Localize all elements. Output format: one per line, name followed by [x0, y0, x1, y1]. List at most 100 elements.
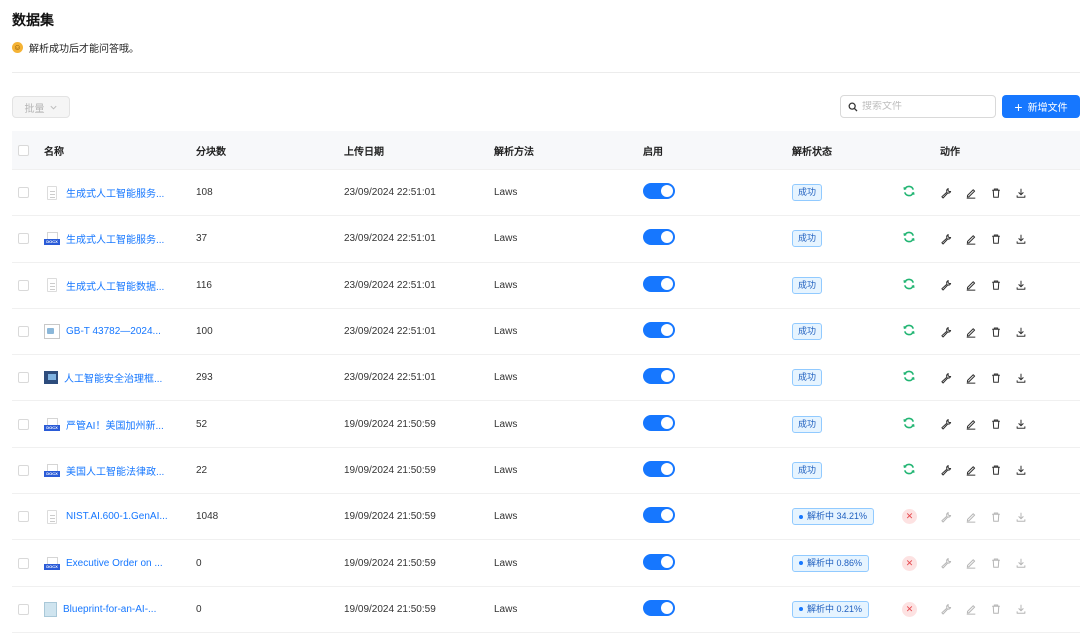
file-name-link[interactable]: 生成式人工智能服务... [66, 231, 164, 246]
file-name-link[interactable]: 严管AI！美国加州新... [66, 417, 164, 432]
refresh-icon[interactable] [902, 369, 916, 383]
parse-method: Laws [494, 187, 518, 199]
file-name-link[interactable]: GB-T 43782—2024... [66, 326, 161, 337]
upload-date: 23/09/2024 22:51:01 [344, 326, 436, 338]
delete-trash-icon[interactable] [990, 511, 1002, 523]
enable-toggle[interactable] [643, 275, 675, 292]
enable-toggle[interactable] [643, 414, 675, 431]
wrench-settings-icon[interactable] [940, 557, 952, 569]
file-name-link[interactable]: Blueprint-for-an-AI-... [63, 604, 156, 615]
delete-trash-icon[interactable] [990, 187, 1002, 199]
enable-toggle[interactable] [643, 460, 675, 477]
edit-pencil-icon[interactable] [965, 557, 977, 569]
refresh-icon[interactable] [902, 462, 916, 476]
wrench-settings-icon[interactable] [940, 418, 952, 430]
cancel-parse-icon[interactable]: ✕ [902, 601, 917, 617]
download-icon[interactable] [1015, 418, 1027, 430]
header-chunks[interactable]: 分块数 [196, 143, 344, 158]
wrench-settings-icon[interactable] [940, 511, 952, 523]
wrench-settings-icon[interactable] [940, 326, 952, 338]
edit-pencil-icon[interactable] [965, 233, 977, 245]
download-icon[interactable] [1015, 557, 1027, 569]
upload-date: 19/09/2024 21:50:59 [344, 418, 436, 430]
row-checkbox[interactable] [18, 511, 29, 523]
download-icon[interactable] [1015, 326, 1027, 338]
refresh-icon[interactable] [902, 184, 916, 198]
edit-pencil-icon[interactable] [965, 511, 977, 523]
download-icon[interactable] [1015, 603, 1027, 615]
delete-trash-icon[interactable] [990, 418, 1002, 430]
delete-trash-icon[interactable] [990, 279, 1002, 291]
download-icon[interactable] [1015, 187, 1027, 199]
wrench-settings-icon[interactable] [940, 187, 952, 199]
select-all-checkbox[interactable] [18, 144, 29, 156]
file-name-link[interactable]: 美国人工智能法律政... [66, 463, 164, 478]
cancel-parse-icon[interactable]: ✕ [902, 555, 917, 571]
delete-trash-icon[interactable] [990, 372, 1002, 384]
chunk-count: 116 [196, 279, 212, 291]
header-name[interactable]: 名称 [44, 143, 196, 158]
download-icon[interactable] [1015, 279, 1027, 291]
file-name-link[interactable]: NIST.AI.600-1.GenAI... [66, 511, 168, 522]
refresh-icon[interactable] [902, 416, 916, 430]
row-actions [940, 464, 1080, 477]
delete-trash-icon[interactable] [990, 557, 1002, 569]
table-row: Blueprint-for-an-AI-... 0 19/09/2024 21:50… [12, 587, 1080, 633]
cancel-parse-icon[interactable]: ✕ [902, 509, 917, 525]
enable-toggle[interactable] [643, 322, 675, 339]
row-checkbox[interactable] [18, 326, 29, 338]
edit-pencil-icon[interactable] [965, 418, 977, 430]
download-icon[interactable] [1015, 372, 1027, 384]
row-checkbox[interactable] [18, 418, 29, 430]
enable-toggle[interactable] [643, 507, 675, 524]
docx-label: DOCX [44, 424, 60, 431]
download-icon[interactable] [1015, 233, 1027, 245]
search-box[interactable] [840, 95, 996, 118]
wrench-settings-icon[interactable] [940, 372, 952, 384]
edit-pencil-icon[interactable] [965, 279, 977, 291]
docx-label: DOCX [44, 563, 60, 570]
search-input[interactable] [862, 101, 982, 112]
upload-date: 19/09/2024 21:50:59 [344, 603, 436, 615]
file-name-link[interactable]: 人工智能安全治理框... [64, 370, 162, 385]
edit-pencil-icon[interactable] [965, 372, 977, 384]
delete-trash-icon[interactable] [990, 603, 1002, 615]
table-row: GB-T 43782—2024... 100 23/09/2024 22:51:01… [12, 309, 1080, 356]
row-checkbox[interactable] [18, 187, 29, 199]
wrench-settings-icon[interactable] [940, 279, 952, 291]
row-checkbox[interactable] [18, 279, 29, 291]
row-checkbox[interactable] [18, 464, 29, 476]
edit-pencil-icon[interactable] [965, 603, 977, 615]
delete-trash-icon[interactable] [990, 464, 1002, 476]
enable-toggle[interactable] [643, 183, 675, 200]
edit-pencil-icon[interactable] [965, 326, 977, 338]
file-name-link[interactable]: 生成式人工智能数据... [66, 278, 164, 293]
file-name-link[interactable]: 生成式人工智能服务... [66, 185, 164, 200]
wrench-settings-icon[interactable] [940, 464, 952, 476]
row-checkbox[interactable] [18, 233, 29, 245]
enable-toggle[interactable] [643, 229, 675, 246]
table-row: 人工智能安全治理框... 293 23/09/2024 22:51:01 Laws 成功 [12, 355, 1080, 402]
enable-toggle[interactable] [643, 368, 675, 385]
enable-toggle[interactable] [643, 553, 675, 570]
bulk-dropdown-button[interactable]: 批量 [12, 96, 70, 118]
row-checkbox[interactable] [18, 603, 29, 615]
enable-toggle[interactable] [643, 599, 675, 616]
download-icon[interactable] [1015, 464, 1027, 476]
add-file-button[interactable]: + 新增文件 [1002, 95, 1080, 118]
download-icon[interactable] [1015, 511, 1027, 523]
delete-trash-icon[interactable] [990, 326, 1002, 338]
header-upload-date[interactable]: 上传日期 [344, 143, 494, 158]
file-name-link[interactable]: Executive Order on ... [66, 558, 163, 569]
refresh-icon[interactable] [902, 230, 916, 244]
refresh-icon[interactable] [902, 277, 916, 291]
row-checkbox[interactable] [18, 372, 29, 384]
wrench-settings-icon[interactable] [940, 603, 952, 615]
delete-trash-icon[interactable] [990, 233, 1002, 245]
refresh-icon[interactable] [902, 323, 916, 337]
upload-date: 23/09/2024 22:51:01 [344, 279, 436, 291]
edit-pencil-icon[interactable] [965, 187, 977, 199]
edit-pencil-icon[interactable] [965, 464, 977, 477]
wrench-settings-icon[interactable] [940, 233, 952, 245]
row-checkbox[interactable] [18, 557, 29, 569]
